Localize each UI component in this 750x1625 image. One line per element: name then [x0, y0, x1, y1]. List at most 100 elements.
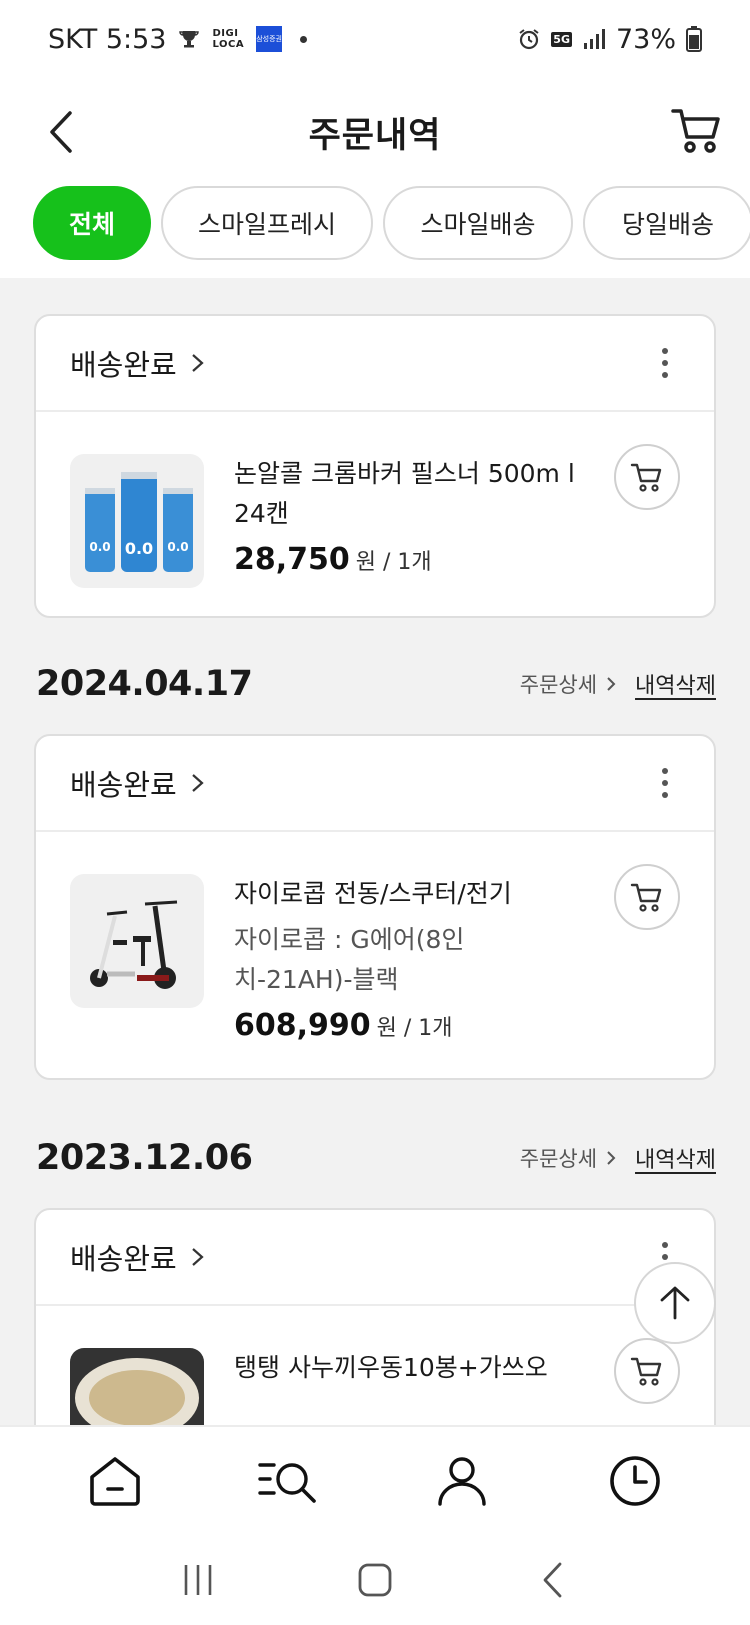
battery-icon	[686, 26, 702, 52]
back-system-button[interactable]	[522, 1550, 582, 1610]
delivery-status: 배송완료	[70, 348, 177, 382]
bottom-nav	[0, 1425, 750, 1535]
digi-loca-icon: DIGI LOCA	[212, 28, 244, 50]
product-info: 자이로콥 전동/스쿠터/전기 자이로콥 : G에어(8인치-21AH)-블랙 6…	[234, 874, 594, 1043]
order-date: 2024.04.17	[36, 664, 253, 704]
order-card: 배송완료 0.0 0.0 0.0 논알콜 크롬바커 필스너 500m l 24캔…	[34, 314, 716, 618]
status-bar: SKT 5:53 DIGI LOCA 삼성증권 5G 73%	[0, 0, 750, 78]
product-name: 자이로콥 전동/스쿠터/전기	[234, 879, 512, 908]
app-header: 주문내역	[0, 78, 750, 186]
nav-my-page[interactable]	[422, 1441, 502, 1521]
delete-history-link[interactable]: 내역삭제	[635, 668, 716, 700]
product-price: 608,990	[234, 1008, 371, 1043]
cart-button[interactable]	[664, 98, 728, 162]
my-page-icon	[438, 1457, 486, 1506]
chevron-right-icon	[607, 1151, 616, 1165]
cart-icon	[630, 883, 662, 912]
order-actions: 주문상세 내역삭제	[520, 668, 716, 700]
more-options-icon[interactable]	[650, 343, 680, 383]
order-actions: 주문상세 내역삭제	[520, 1142, 716, 1174]
back-system-icon	[543, 1562, 562, 1598]
back-button[interactable]	[30, 100, 90, 164]
battery-percent: 73%	[615, 23, 676, 55]
add-to-cart-button[interactable]	[614, 1338, 680, 1404]
price-unit: 원 / 1개	[376, 1016, 453, 1041]
notification-dot-icon	[300, 35, 308, 43]
delivery-status-link[interactable]: 배송완료	[70, 762, 207, 804]
chevron-right-icon	[192, 1248, 204, 1266]
thumb-label-center: 0.0	[125, 539, 153, 558]
filter-chip-smile-fresh[interactable]: 스마일프레시	[161, 186, 373, 260]
chevron-right-icon	[192, 354, 204, 372]
recent-apps-icon	[185, 1565, 212, 1595]
home-system-icon	[358, 1563, 392, 1597]
chevron-right-icon	[607, 677, 616, 691]
trophy-icon	[178, 28, 200, 50]
digi-top-text: DIGI	[212, 28, 239, 39]
product-thumbnail: 0.0 0.0 0.0	[70, 454, 204, 588]
order-list: 배송완료 0.0 0.0 0.0 논알콜 크롬바커 필스너 500m l 24캔…	[0, 278, 750, 1425]
order-detail-label: 주문상세	[519, 1147, 598, 1171]
product-name: 탱탱 사누끼우동10봉+가쓰오	[234, 1353, 548, 1382]
filter-chip-all[interactable]: 전체	[33, 186, 151, 260]
delivery-status: 배송완료	[70, 768, 177, 802]
thumb-label-right: 0.0	[167, 540, 188, 554]
order-date: 2023.12.06	[36, 1138, 253, 1178]
more-options-icon[interactable]	[650, 763, 680, 803]
cart-icon	[630, 463, 662, 492]
product-option: 자이로콥 : G에어(8인치-21AH)-블랙	[234, 925, 465, 994]
scroll-to-top-button[interactable]	[634, 1262, 716, 1344]
digi-bottom-text: LOCA	[212, 39, 245, 50]
filter-chip-smile-delivery[interactable]: 스마일배송	[383, 186, 573, 260]
nav-recent-history[interactable]	[595, 1441, 675, 1521]
order-detail-link[interactable]: 주문상세	[520, 669, 617, 699]
order-detail-label: 주문상세	[519, 673, 598, 697]
filter-chip-same-day[interactable]: 당일배송	[583, 186, 750, 260]
delivery-status-link[interactable]: 배송완료	[70, 342, 207, 384]
carrier-time: SKT 5:53	[48, 23, 167, 55]
order-card: 배송완료 자이로콥 전동/스쿠터/전기 자이로콥: G에어(8인치-21AH)…	[34, 734, 716, 1080]
order-item[interactable]: 탱탱 사누끼우동10봉+가쓰오	[36, 1306, 714, 1425]
beer-cans-image: 0.0 0.0 0.0	[85, 472, 193, 572]
order-card-header: 배송완료	[36, 736, 714, 832]
order-date-row: 2023.12.06 주문상세 내역삭제	[36, 1138, 716, 1178]
price-row: 608,990 원 / 1개	[234, 1008, 594, 1043]
product-info: 탱탱 사누끼우동10봉+가쓰오	[234, 1348, 594, 1425]
order-card-header: 배송완료	[36, 316, 714, 412]
chevron-left-icon	[50, 111, 72, 153]
product-info: 논알콜 크롬바커 필스너 500m l 24캔 28,750 원 / 1개	[234, 454, 594, 588]
home-system-button[interactable]	[345, 1550, 405, 1610]
product-name: 논알콜 크롬바커 필스너 500m l 24캔	[234, 459, 575, 528]
delete-history-link[interactable]: 내역삭제	[635, 1142, 716, 1174]
signal-icon	[582, 28, 606, 50]
product-price: 28,750	[234, 542, 350, 577]
order-item[interactable]: 자이로콥 전동/스쿠터/전기 자이로콥 : G에어(8인치-21AH)-블랙 6…	[36, 832, 714, 1077]
home-icon	[89, 1457, 140, 1506]
recent-history-icon	[610, 1456, 661, 1506]
order-detail-link[interactable]: 주문상세	[520, 1143, 617, 1173]
price-unit: 원 / 1개	[355, 550, 432, 575]
cart-icon	[630, 1357, 662, 1386]
nav-category-search[interactable]	[248, 1441, 328, 1521]
scooter-image	[90, 900, 178, 989]
order-card: 배송완료 탱탱 사누끼우동10봉+가쓰오	[34, 1208, 716, 1425]
samsung-badge-text: 삼성증권	[256, 35, 282, 43]
arrow-up-icon	[660, 1286, 690, 1320]
system-nav-bar	[0, 1535, 750, 1625]
order-date-row: 2024.04.17 주문상세 내역삭제	[36, 664, 716, 704]
delivery-status-link[interactable]: 배송완료	[70, 1236, 207, 1278]
product-thumbnail	[70, 874, 204, 1008]
delivery-status: 배송완료	[70, 1242, 177, 1276]
udon-image	[75, 1358, 199, 1425]
order-item[interactable]: 0.0 0.0 0.0 논알콜 크롬바커 필스너 500m l 24캔 28,7…	[36, 412, 714, 622]
recent-apps-button[interactable]	[168, 1550, 228, 1610]
status-right: 5G 73%	[517, 24, 702, 55]
add-to-cart-button[interactable]	[614, 444, 680, 510]
price-row: 28,750 원 / 1개	[234, 542, 594, 577]
nav-home[interactable]	[75, 1441, 155, 1521]
chevron-right-icon	[192, 774, 204, 792]
add-to-cart-button[interactable]	[614, 864, 680, 930]
alarm-icon	[517, 27, 541, 51]
filter-bar: 전체 스마일프레시 스마일배송 당일배송	[0, 186, 750, 278]
network-badge: 5G	[551, 31, 572, 47]
